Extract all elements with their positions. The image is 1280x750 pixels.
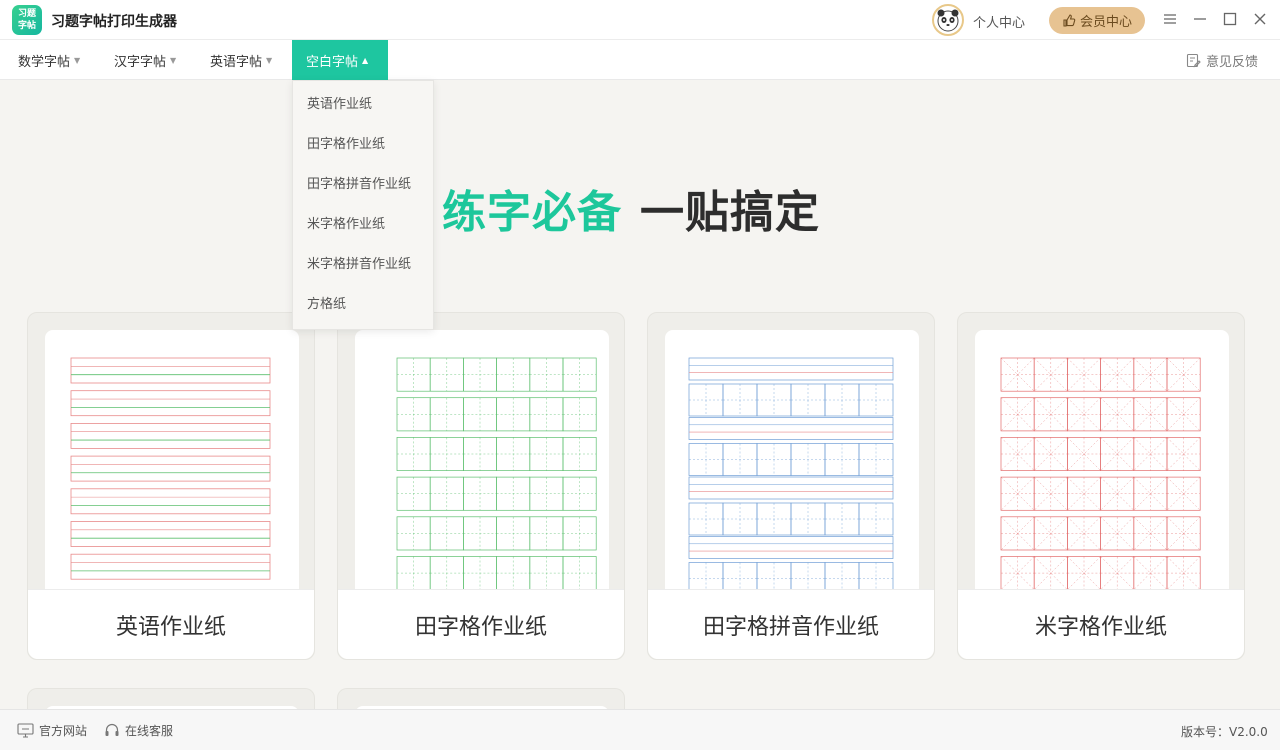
- edit-icon: [1186, 53, 1201, 68]
- english-line-block: [70, 521, 271, 547]
- card-label: 田字格拼音作业纸: [648, 589, 934, 659]
- logo-line-2: 字帖: [17, 21, 36, 31]
- app-logo-icon: 习题 字帖: [12, 5, 42, 35]
- pinyin-band: [688, 417, 894, 440]
- version-label: 版本号：V2.0.0: [1181, 725, 1268, 739]
- english-lines-illustration: [70, 357, 271, 580]
- hero-green-text: 练字必备: [442, 187, 622, 238]
- minimize-icon[interactable]: [1191, 10, 1209, 28]
- caret-down-icon: ▼: [266, 55, 273, 65]
- panda-avatar-icon: [937, 9, 959, 32]
- dropdown-item-tian-paper[interactable]: 田字格作业纸: [293, 125, 433, 165]
- headset-icon: [105, 723, 119, 736]
- tian-pinyin-grid-illustration: [688, 357, 894, 590]
- tian-paper-preview: [355, 330, 609, 590]
- vip-center-button[interactable]: 会员中心: [1049, 7, 1145, 34]
- vip-center-label: 会员中心: [1079, 15, 1132, 30]
- menu-math-label: 数学字帖: [18, 54, 71, 70]
- caret-down-icon: ▼: [74, 55, 81, 65]
- online-service-label: 在线客服: [125, 724, 174, 738]
- caret-down-icon: ▼: [170, 55, 177, 65]
- status-bar: 官方网站 在线客服 版本号：V2.0.0: [0, 709, 1280, 750]
- dropdown-item-tian-pinyin-paper[interactable]: 田字格拼音作业纸: [293, 165, 433, 205]
- hero-dark-text: 一贴搞定: [640, 187, 820, 238]
- mi-paper-preview: [975, 330, 1229, 590]
- english-paper-preview: [45, 330, 299, 590]
- english-line-block: [70, 553, 271, 580]
- english-line-block: [70, 488, 271, 515]
- blank-template-dropdown: 英语作业纸 田字格作业纸 田字格拼音作业纸 米字格作业纸 米字格拼音作业纸 方格…: [292, 80, 434, 330]
- pinyin-band: [688, 476, 894, 500]
- menu-bar: 数学字帖 ▼ 汉字字帖 ▼ 英语字帖 ▼ 空白字帖 ▲ 意见反馈: [0, 40, 1280, 80]
- menu-chinese[interactable]: 汉字字帖 ▼: [100, 40, 190, 80]
- app-title: 习题字帖打印生成器: [51, 14, 177, 30]
- card-label: 英语作业纸: [28, 589, 314, 659]
- menu-english[interactable]: 英语字帖 ▼: [196, 40, 286, 80]
- official-site-label: 官方网站: [39, 724, 88, 738]
- english-line-block: [70, 357, 271, 384]
- card-mi-paper[interactable]: 米字格作业纸: [957, 312, 1245, 660]
- online-service-link[interactable]: 在线客服: [104, 722, 173, 739]
- feedback-link[interactable]: 意见反馈: [1186, 51, 1258, 70]
- official-site-link[interactable]: 官方网站: [17, 722, 87, 739]
- menu-math[interactable]: 数学字帖 ▼: [4, 40, 94, 80]
- title-bar: 习题 字帖 习题字帖打印生成器 个人中心 会员中心: [0, 0, 1280, 40]
- card-tian-paper[interactable]: 田字格作业纸: [337, 312, 625, 660]
- feedback-label: 意见反馈: [1206, 55, 1259, 70]
- card-tian-pinyin-paper[interactable]: 田字格拼音作业纸: [647, 312, 935, 660]
- mi-grid-illustration: [1000, 357, 1201, 590]
- dropdown-item-mi-paper[interactable]: 米字格作业纸: [293, 205, 433, 245]
- pinyin-band: [688, 357, 894, 381]
- thumbs-up-icon: [1063, 13, 1076, 27]
- menu-english-label: 英语字帖: [210, 54, 263, 70]
- menu-blank-label: 空白字帖: [306, 54, 359, 70]
- dropdown-item-mi-pinyin-paper[interactable]: 米字格拼音作业纸: [293, 245, 433, 285]
- menu-icon[interactable]: [1161, 10, 1179, 28]
- menu-blank[interactable]: 空白字帖 ▲: [292, 40, 388, 80]
- tian-grid-illustration: [396, 357, 597, 590]
- english-line-block: [70, 423, 271, 449]
- avatar[interactable]: [932, 4, 964, 36]
- card-label: 田字格作业纸: [338, 589, 624, 659]
- monitor-icon: [17, 723, 34, 738]
- dropdown-item-english-paper[interactable]: 英语作业纸: [293, 85, 433, 125]
- tian-pinyin-paper-preview: [665, 330, 919, 590]
- close-icon[interactable]: [1251, 10, 1269, 28]
- english-line-block: [70, 455, 271, 482]
- user-center-link[interactable]: 个人中心: [973, 12, 1025, 31]
- maximize-icon[interactable]: [1221, 10, 1239, 28]
- card-label: 米字格作业纸: [958, 589, 1244, 659]
- logo-line-1: 习题: [17, 9, 36, 19]
- hero-slogan: 练字必备 一贴搞定: [442, 176, 820, 240]
- english-line-block: [70, 390, 271, 417]
- caret-up-icon: ▲: [362, 55, 369, 65]
- pinyin-band: [688, 536, 894, 559]
- dropdown-item-grid-paper[interactable]: 方格纸: [293, 285, 433, 325]
- menu-chinese-label: 汉字字帖: [114, 54, 167, 70]
- card-english-paper[interactable]: 英语作业纸: [27, 312, 315, 660]
